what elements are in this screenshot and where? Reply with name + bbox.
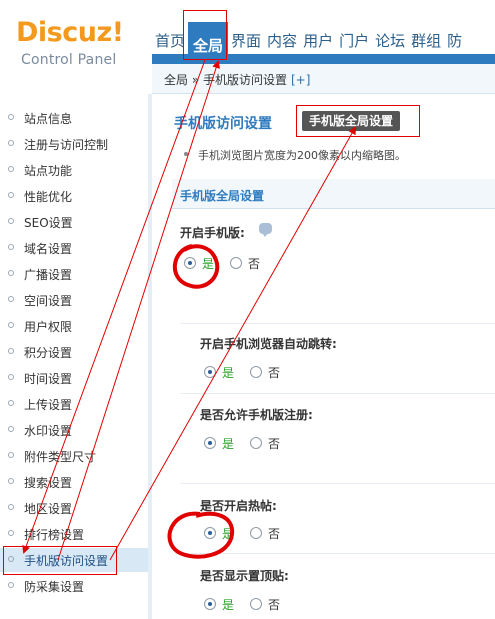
bullet-icon: [8, 140, 14, 146]
bullet-icon: [8, 400, 14, 406]
sidebar: 站点信息 注册与访问控制 站点功能 性能优化 SEO设置 域名设置 广播设置 空…: [0, 94, 152, 619]
logo-wordmark: Discuz!: [16, 17, 124, 48]
divider: [180, 553, 495, 554]
breadcrumb-text: 全局 » 手机版访问设置: [164, 73, 287, 87]
radio-no[interactable]: [250, 527, 262, 539]
section-header: 手机版全局设置: [172, 179, 495, 209]
sidebar-item-space[interactable]: 空间设置: [0, 288, 148, 312]
breadcrumb: 全局 » 手机版访问设置 [+]: [164, 71, 310, 88]
radio-no-label: 否: [268, 366, 281, 380]
sidebar-item-credits[interactable]: 积分设置: [0, 340, 148, 364]
radio-group-auto-redirect: 是 否: [204, 364, 324, 380]
tip-text: 手机浏览图片宽度为200像素以内缩略图。: [198, 149, 406, 162]
bullet-icon: [8, 348, 14, 354]
bullet-icon: [8, 322, 14, 328]
page-title: 手机版访问设置: [174, 116, 272, 132]
radio-no[interactable]: [230, 257, 242, 269]
radio-yes-label: 是: [222, 437, 235, 451]
bullet-icon: [8, 166, 14, 172]
radio-yes[interactable]: [204, 527, 216, 539]
sidebar-item-region[interactable]: 地区设置: [0, 496, 148, 520]
radio-no-label: 否: [248, 257, 261, 271]
bullet-icon: [8, 114, 14, 120]
bullet-icon: [8, 504, 14, 510]
section-title: 手机版全局设置: [180, 189, 265, 203]
bullet-icon: [8, 452, 14, 458]
bullet-icon: [8, 192, 14, 198]
sidebar-item-domain[interactable]: 域名设置: [0, 236, 148, 260]
sidebar-item-broadcast[interactable]: 广播设置: [0, 262, 148, 286]
radio-no[interactable]: [250, 598, 262, 610]
sidebar-item-watermark[interactable]: 水印设置: [0, 418, 148, 442]
nav-groups[interactable]: 群组: [408, 28, 444, 54]
radio-yes[interactable]: [184, 257, 196, 269]
logo-subtitle: Control Panel: [21, 52, 117, 68]
radio-yes[interactable]: [204, 366, 216, 378]
breadcrumb-bar: 全局 » 手机版访问设置 [+]: [152, 64, 495, 94]
divider: [180, 323, 495, 324]
sidebar-item-seo[interactable]: SEO设置: [0, 210, 148, 234]
radio-no-label: 否: [268, 437, 281, 451]
bullet-icon: [8, 478, 14, 484]
radio-no[interactable]: [250, 437, 262, 449]
sidebar-item-ranking[interactable]: 排行榜设置: [0, 522, 148, 546]
bullet-icon: [8, 218, 14, 224]
nav-anti[interactable]: 防: [444, 28, 465, 54]
radio-yes-label: 是: [222, 366, 235, 380]
sidebar-item-user-permissions[interactable]: 用户权限: [0, 314, 148, 338]
setting-label-enable-mobile: 开启手机版:: [180, 226, 245, 240]
sidebar-item-site-features[interactable]: 站点功能: [0, 158, 148, 182]
discuz-logo[interactable]: Discuz! Control Panel: [16, 17, 136, 69]
setting-label-hot-threads: 是否开启热帖:: [200, 499, 277, 513]
nav-forum[interactable]: 论坛: [372, 28, 408, 54]
main-content: 手机版访问设置 手机版全局设置 手机浏览图片宽度为200像素以内缩略图。 手机版…: [156, 95, 495, 619]
radio-yes-label: 是: [222, 598, 235, 612]
bullet-icon: [8, 296, 14, 302]
sidebar-item-performance[interactable]: 性能优化: [0, 184, 148, 208]
sidebar-item-anti-scrape[interactable]: 防采集设置: [0, 574, 148, 598]
setting-label-auto-redirect: 开启手机浏览器自动跳转:: [200, 337, 337, 351]
divider: [180, 483, 495, 484]
radio-yes[interactable]: [204, 598, 216, 610]
bullet-icon: [8, 374, 14, 380]
sidebar-item-time[interactable]: 时间设置: [0, 366, 148, 390]
annotation-box-global-tab: [183, 10, 227, 60]
radio-no-label: 否: [268, 598, 281, 612]
bullet-icon: [8, 426, 14, 432]
radio-group-sticky-posts: 是 否: [204, 596, 324, 612]
setting-label-sticky-posts: 是否显示置顶贴:: [200, 569, 289, 583]
tip-bullet-icon: [184, 152, 188, 156]
nav-content[interactable]: 内容: [264, 28, 300, 54]
annotation-box-tab: [296, 105, 420, 137]
sidebar-item-attachment-types[interactable]: 附件类型尺寸: [0, 444, 148, 468]
radio-group-allow-register: 是 否: [204, 435, 324, 451]
radio-group-enable-mobile: 是 否: [184, 255, 304, 271]
radio-no[interactable]: [250, 366, 262, 378]
annotation-box-sidebar-item: [3, 546, 117, 575]
sidebar-item-site-info[interactable]: 站点信息: [0, 106, 148, 130]
bullet-icon: [8, 582, 14, 588]
radio-yes[interactable]: [204, 437, 216, 449]
bullet-icon: [8, 270, 14, 276]
sidebar-item-search[interactable]: 搜索设置: [0, 470, 148, 494]
bullet-icon: [8, 530, 14, 536]
radio-no-label: 否: [268, 527, 281, 541]
help-comment-icon[interactable]: [259, 223, 272, 237]
bullet-icon: [8, 244, 14, 250]
nav-interface[interactable]: 界面: [228, 28, 264, 54]
nav-portal[interactable]: 门户: [336, 28, 372, 54]
nav-users[interactable]: 用户: [300, 28, 336, 54]
sidebar-item-register-access[interactable]: 注册与访问控制: [0, 132, 148, 156]
radio-group-hot-threads: 是 否: [204, 525, 324, 541]
setting-label-allow-register: 是否允许手机版注册:: [200, 408, 313, 422]
sidebar-item-upload[interactable]: 上传设置: [0, 392, 148, 416]
divider: [180, 393, 495, 394]
add-shortcut-link[interactable]: [+]: [291, 73, 310, 87]
radio-yes-label: 是: [202, 257, 215, 271]
radio-yes-label: 是: [222, 527, 235, 541]
